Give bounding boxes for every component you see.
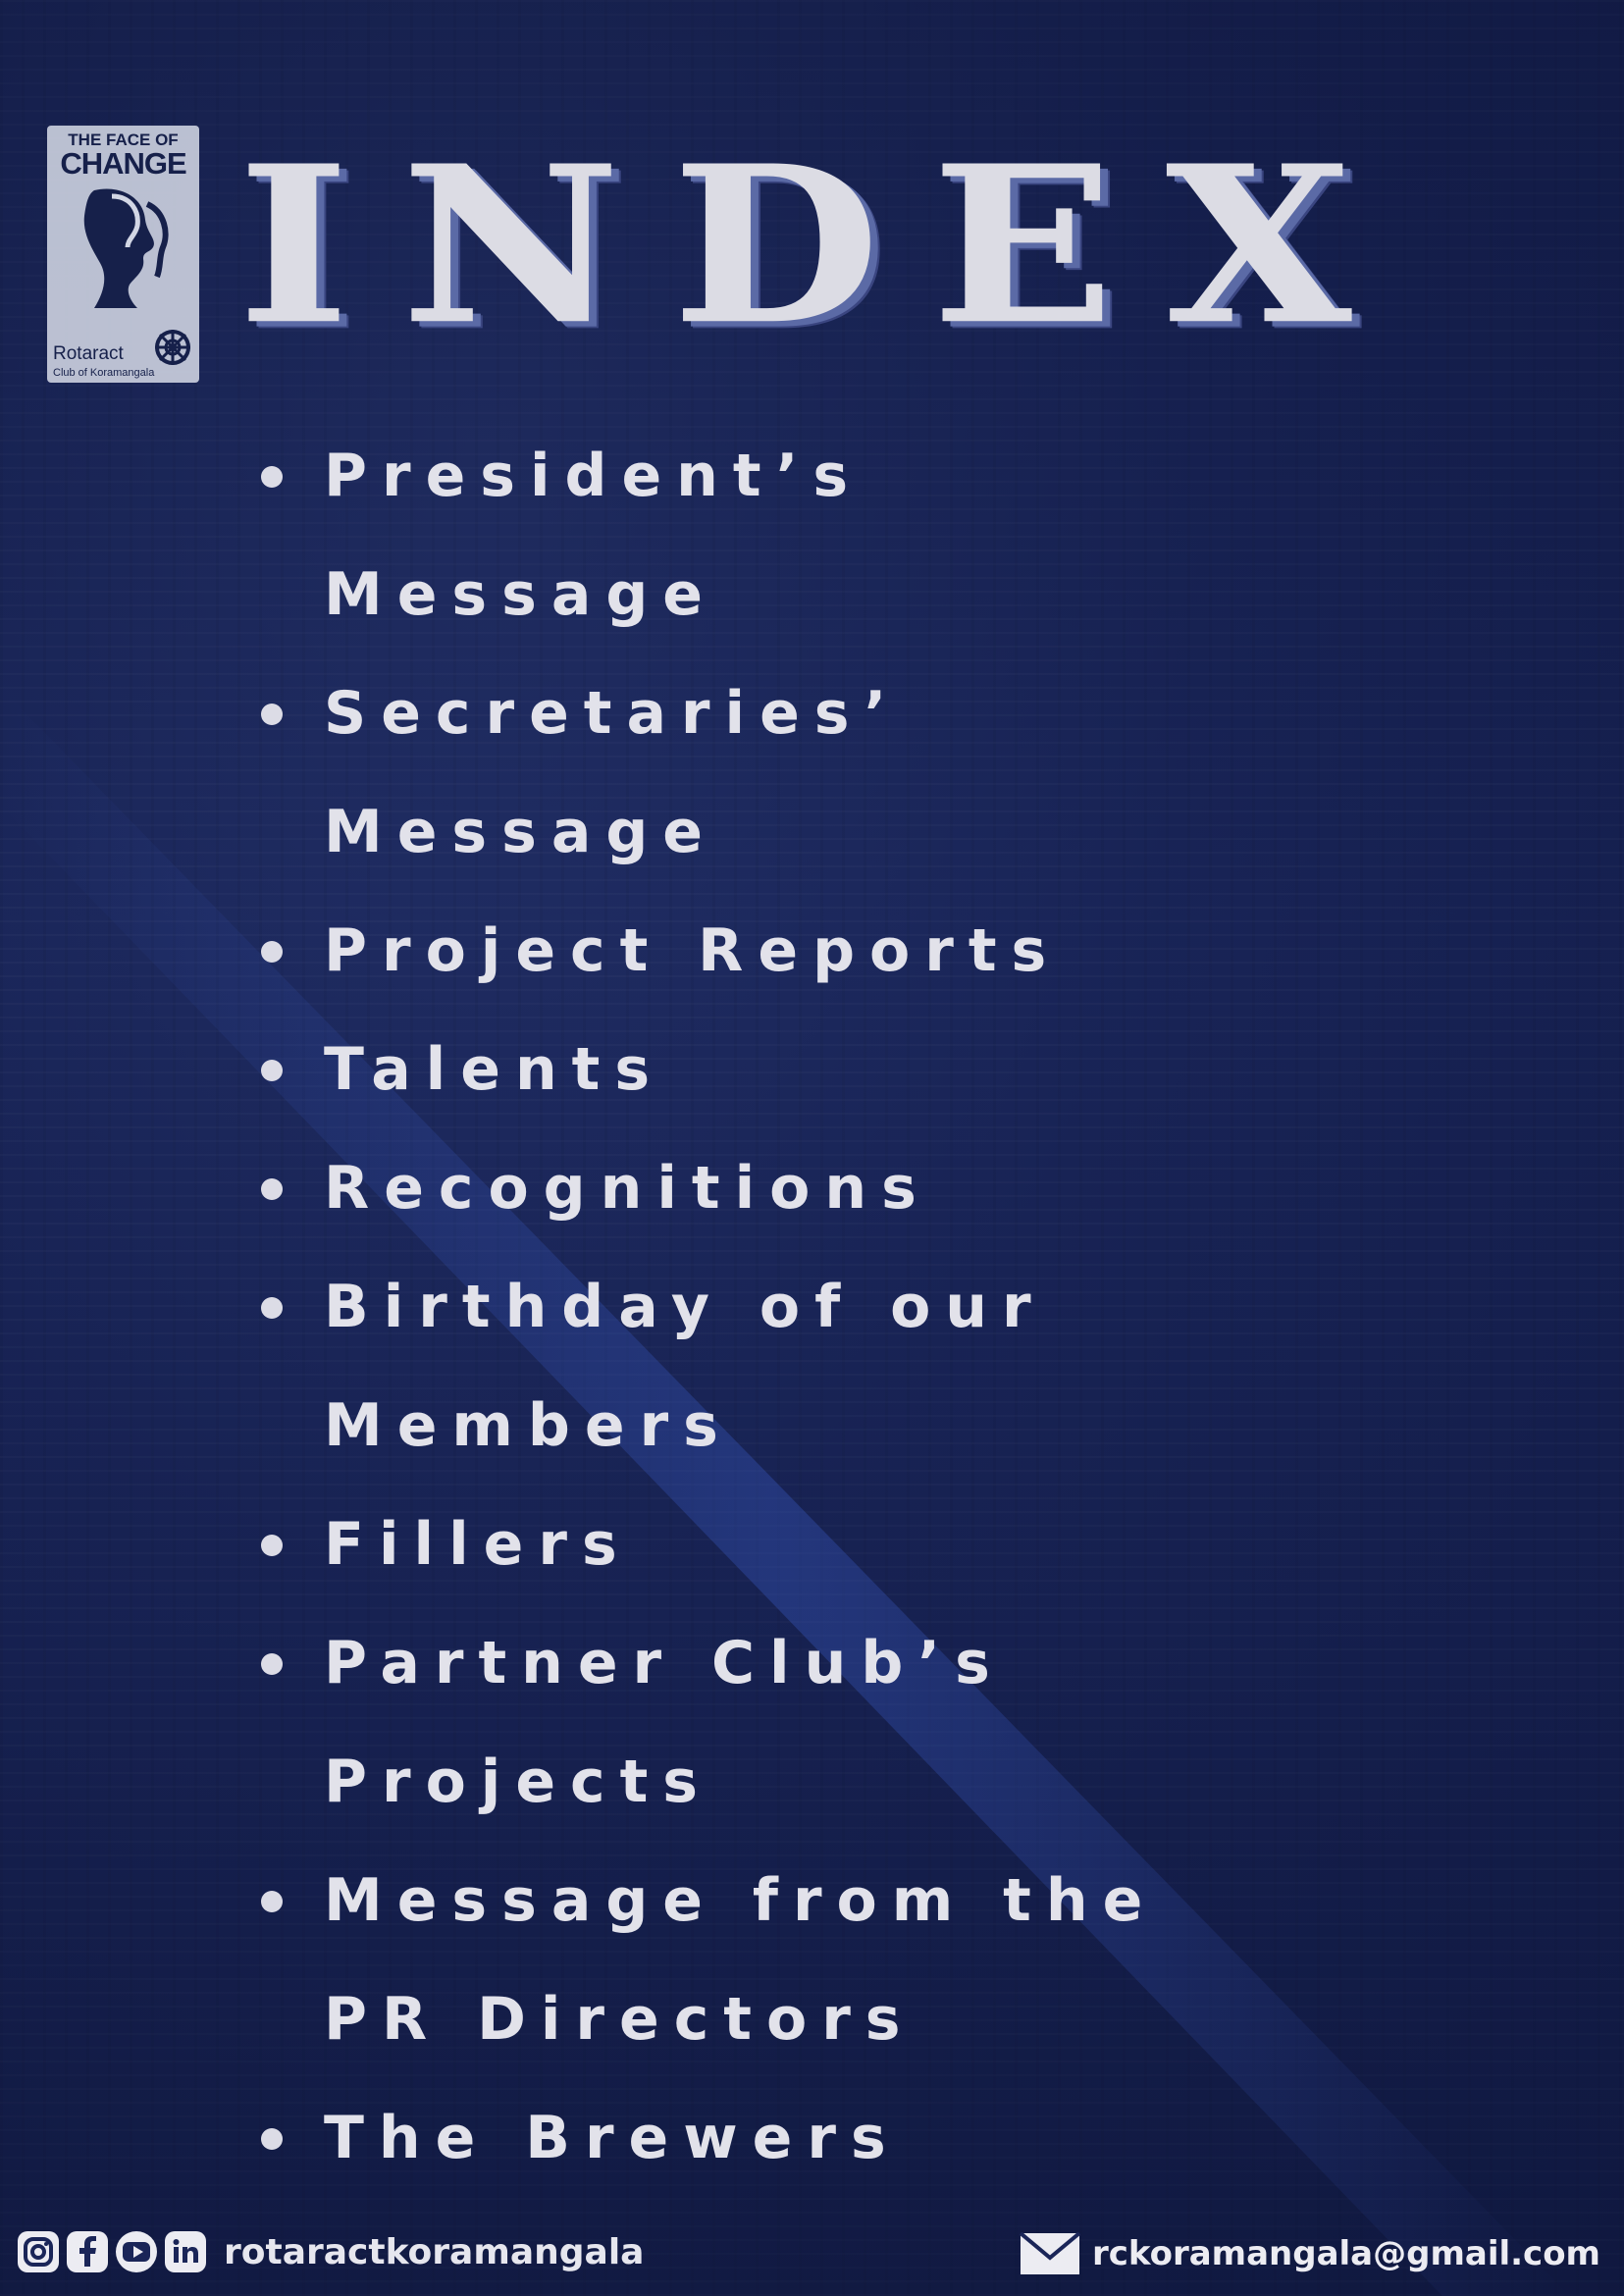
index-item: Birthday of our Members: [257, 1248, 1157, 1486]
index-list: President’s Message Secretaries’ Message Pro…: [257, 417, 1157, 2198]
index-item-label: The Brewers: [324, 2104, 901, 2172]
youtube-icon[interactable]: [116, 2231, 157, 2272]
bullet-icon: [261, 1297, 283, 1319]
bullet-icon: [261, 1535, 283, 1556]
index-item-label: Talents: [324, 1035, 665, 1104]
index-item-label: PR Directors: [324, 1985, 916, 2054]
logo-subname: Club of Koramangala: [53, 367, 155, 379]
index-item: The Brewers: [257, 2079, 1157, 2198]
index-item-label: Message: [324, 560, 717, 629]
bullet-icon: [261, 2128, 283, 2150]
logo-name: Rotaract: [53, 343, 124, 364]
index-item-label: Partner Club’s: [324, 1629, 1005, 1697]
index-item-label: Message: [324, 798, 717, 866]
email-footer: rckoramangala@gmail.com: [1019, 2229, 1600, 2278]
index-item-label: Project Reports: [324, 916, 1062, 985]
index-item-label: Members: [324, 1391, 733, 1460]
bullet-icon: [261, 466, 283, 488]
index-item: Talents: [257, 1011, 1157, 1129]
index-item-label: President’s: [324, 442, 864, 510]
social-footer: rotaractkoramangala: [18, 2227, 644, 2276]
index-item: Project Reports: [257, 892, 1157, 1011]
logo-tagline-large: CHANGE: [60, 146, 186, 181]
page-title: INDEX: [237, 118, 1403, 373]
index-item: Partner Club’s Projects: [257, 1604, 1157, 1842]
faces-profile-icon: [83, 188, 169, 308]
bullet-icon: [261, 1891, 283, 1912]
bullet-icon: [261, 1178, 283, 1200]
index-item-label: Projects: [324, 1748, 713, 1816]
index-item: President’s Message: [257, 417, 1157, 654]
index-item-label: Recognitions: [324, 1154, 931, 1223]
index-item-label: Birthday of our: [324, 1273, 1046, 1341]
mail-icon: [1019, 2232, 1080, 2274]
index-item: Fillers: [257, 1486, 1157, 1604]
rotary-wheel-icon: [155, 330, 190, 365]
email-address[interactable]: rckoramangala@gmail.com: [1092, 2234, 1600, 2273]
index-item-label: Message from the: [324, 1866, 1158, 1935]
index-item-label: Secretaries’: [324, 679, 902, 748]
linkedin-icon[interactable]: [165, 2231, 206, 2272]
facebook-icon[interactable]: [67, 2231, 108, 2272]
index-item: Message from the PR Directors: [257, 1842, 1157, 2079]
instagram-icon[interactable]: [18, 2231, 59, 2272]
bullet-icon: [261, 1653, 283, 1675]
bullet-icon: [261, 704, 283, 725]
index-item-label: Fillers: [324, 1510, 632, 1579]
club-logo: THE FACE OF CHANGE Rotaract Club of Kora…: [47, 126, 199, 383]
index-item: Secretaries’ Message: [257, 654, 1157, 892]
bullet-icon: [261, 1060, 283, 1081]
index-item: Recognitions: [257, 1129, 1157, 1248]
social-handle[interactable]: rotaractkoramangala: [224, 2232, 644, 2272]
bullet-icon: [261, 941, 283, 963]
